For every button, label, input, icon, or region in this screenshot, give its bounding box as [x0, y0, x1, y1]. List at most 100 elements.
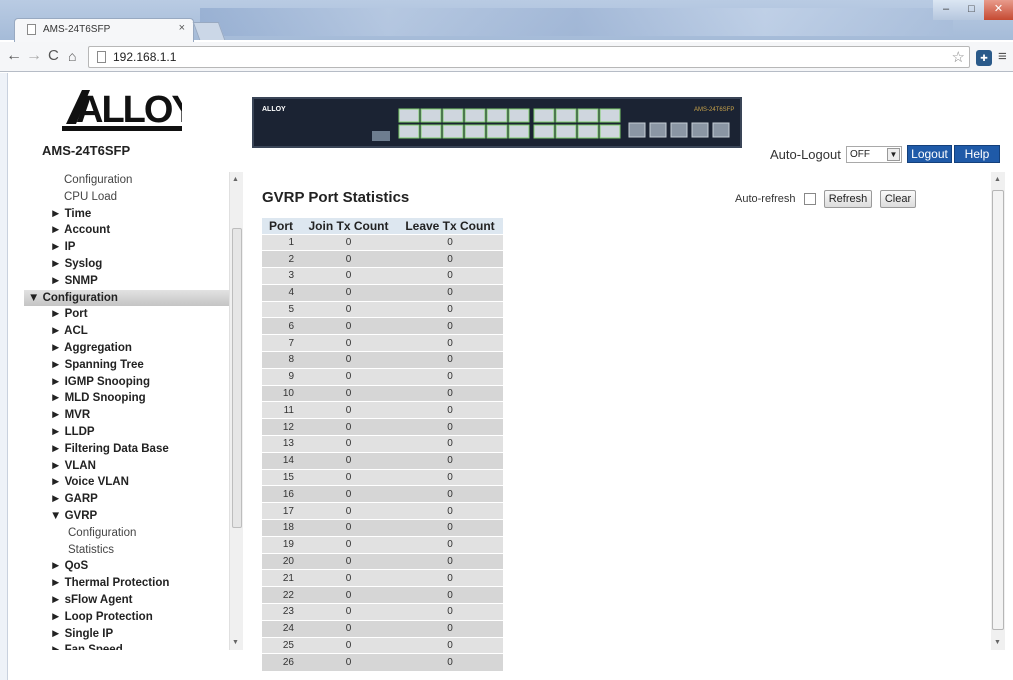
table-row: 22 0 0 — [262, 586, 503, 604]
sidebar-item[interactable]: ► Syslog — [24, 256, 229, 273]
table-row: 500 — [262, 300, 503, 318]
model-name: AMS-24T6SFP — [42, 143, 131, 158]
minimize-button[interactable]: – — [933, 0, 959, 20]
table-row: 25 0 0 — [262, 636, 503, 654]
browser-tab[interactable]: AMS-24T6SFP × — [14, 18, 194, 42]
address-bar[interactable]: 192.168.1.1 ☆ — [88, 46, 970, 68]
table-row: 800 — [262, 351, 503, 369]
forward-arrow-icon[interactable]: → — [26, 47, 42, 65]
sidebar-item[interactable]: ► sFlow Agent — [24, 592, 229, 609]
leave-tx-cell: 0 — [397, 267, 503, 285]
join-tx-cell: 0 — [300, 552, 397, 570]
bookmark-star-icon[interactable]: ☆ — [952, 48, 965, 66]
leave-tx-cell: 0 — [397, 283, 503, 302]
refresh-button[interactable]: Refresh — [824, 190, 872, 208]
sidebar-item[interactable]: ► Single IP — [24, 626, 229, 643]
leave-tx-cell: 0 — [397, 485, 503, 503]
join-tx-cell: 0 — [300, 569, 397, 587]
sidebar-item[interactable]: ► Port — [24, 306, 229, 323]
auto-logout-select[interactable]: OFF ▼ — [846, 146, 902, 163]
page-icon — [27, 24, 36, 35]
port-cell: 2 — [262, 250, 300, 268]
leave-tx-cell: 0 — [397, 300, 503, 318]
table-row: 400 — [262, 283, 503, 302]
sidebar-item[interactable]: ► IGMP Snooping — [24, 374, 229, 391]
sidebar-item[interactable]: Configuration — [24, 525, 229, 542]
leave-tx-cell: 0 — [397, 603, 503, 621]
join-tx-cell: 0 — [300, 267, 397, 285]
help-button[interactable]: Help — [954, 145, 1000, 163]
close-button[interactable]: ✕ — [984, 0, 1013, 20]
table-row: 200 — [262, 250, 503, 268]
sidebar-item[interactable]: ► Loop Protection — [24, 609, 229, 626]
table-row: 900 — [262, 367, 503, 386]
sidebar-item[interactable]: ▼ GVRP — [24, 508, 229, 525]
sidebar-item[interactable]: ▼ Configuration — [24, 289, 229, 307]
leave-tx-cell: 0 — [397, 502, 503, 520]
sidebar-item[interactable]: ► Account — [24, 222, 229, 239]
scroll-down-icon[interactable]: ▼ — [994, 639, 1001, 646]
sidebar-item[interactable]: CPU Load — [24, 189, 229, 206]
sidebar-item[interactable]: ► Aggregation — [24, 340, 229, 357]
join-tx-cell: 0 — [300, 502, 397, 520]
sidebar-scroll-thumb[interactable] — [232, 228, 242, 528]
join-tx-cell: 0 — [300, 636, 397, 654]
clear-button[interactable]: Clear — [880, 190, 916, 208]
svg-text:AMS-24T6SFP: AMS-24T6SFP — [694, 107, 734, 113]
scroll-down-icon[interactable]: ▼ — [232, 639, 239, 646]
home-icon[interactable]: ⌂ — [68, 47, 76, 65]
port-cell: 24 — [262, 619, 300, 638]
sidebar-item[interactable]: Configuration — [24, 172, 229, 189]
sidebar-item[interactable]: ► SNMP — [24, 273, 229, 290]
sidebar-item[interactable]: ► MVR — [24, 407, 229, 424]
leave-tx-cell: 0 — [397, 569, 503, 587]
sidebar-item[interactable]: ► QoS — [24, 558, 229, 575]
sidebar-item[interactable]: ► Voice VLAN — [24, 474, 229, 491]
join-tx-cell: 0 — [300, 535, 397, 554]
sidebar-item[interactable]: ► Time — [24, 206, 229, 223]
sidebar-item[interactable]: ► Filtering Data Base — [24, 441, 229, 458]
extension-icon[interactable]: ✚ — [976, 50, 992, 66]
sidebar-item[interactable]: ► MLD Snooping — [24, 390, 229, 407]
sidebar-item[interactable]: ► IP — [24, 239, 229, 256]
sidebar-scrollbar[interactable]: ▲ ▼ — [229, 172, 243, 650]
sidebar-item[interactable]: ► VLAN — [24, 458, 229, 475]
menu-icon[interactable]: ≡ — [998, 48, 1007, 65]
leave-tx-cell: 0 — [397, 384, 503, 402]
leave-tx-cell: 0 — [397, 435, 503, 453]
back-arrow-icon[interactable]: ← — [6, 47, 22, 65]
sidebar-item[interactable]: Statistics — [24, 542, 229, 559]
reload-icon[interactable]: C — [48, 47, 59, 65]
port-cell: 13 — [262, 435, 300, 453]
join-tx-cell: 0 — [300, 317, 397, 335]
scroll-up-icon[interactable]: ▲ — [994, 176, 1001, 183]
auto-logout-label: Auto-Logout — [770, 147, 841, 162]
port-cell: 25 — [262, 636, 300, 654]
leave-tx-cell: 0 — [397, 552, 503, 570]
join-tx-cell: 0 — [300, 468, 397, 486]
table-row: 16 0 0 — [262, 485, 503, 503]
switch-front-panel-image: ALLOY AMS-24T6SFP — [252, 97, 742, 148]
sidebar-item[interactable]: ► GARP — [24, 491, 229, 508]
sidebar-item[interactable]: ► Spanning Tree — [24, 357, 229, 374]
url-text: 192.168.1.1 — [113, 50, 177, 64]
sidebar-item[interactable]: ► Thermal Protection — [24, 575, 229, 592]
join-tx-cell: 0 — [300, 435, 397, 453]
leave-tx-cell: 0 — [397, 535, 503, 554]
column-header-port: Port — [262, 218, 300, 234]
logout-button[interactable]: Logout — [907, 145, 952, 163]
tab-close-icon[interactable]: × — [179, 22, 185, 34]
port-cell: 26 — [262, 653, 300, 671]
scroll-up-icon[interactable]: ▲ — [232, 176, 239, 183]
auto-refresh-checkbox[interactable] — [804, 193, 816, 205]
sidebar-item[interactable]: ► Fan Speed — [24, 642, 229, 650]
main-scrollbar[interactable]: ▲ ▼ — [991, 172, 1005, 650]
table-header-row: Port Join Tx Count Leave Tx Count — [262, 218, 503, 234]
maximize-button[interactable]: □ — [959, 0, 984, 20]
column-header-join-tx: Join Tx Count — [300, 218, 397, 234]
sidebar-item[interactable]: ► LLDP — [24, 424, 229, 441]
leave-tx-cell: 0 — [397, 250, 503, 268]
main-scroll-thumb[interactable] — [992, 190, 1004, 630]
table-row: 300 — [262, 267, 503, 285]
sidebar-item[interactable]: ► ACL — [24, 323, 229, 340]
